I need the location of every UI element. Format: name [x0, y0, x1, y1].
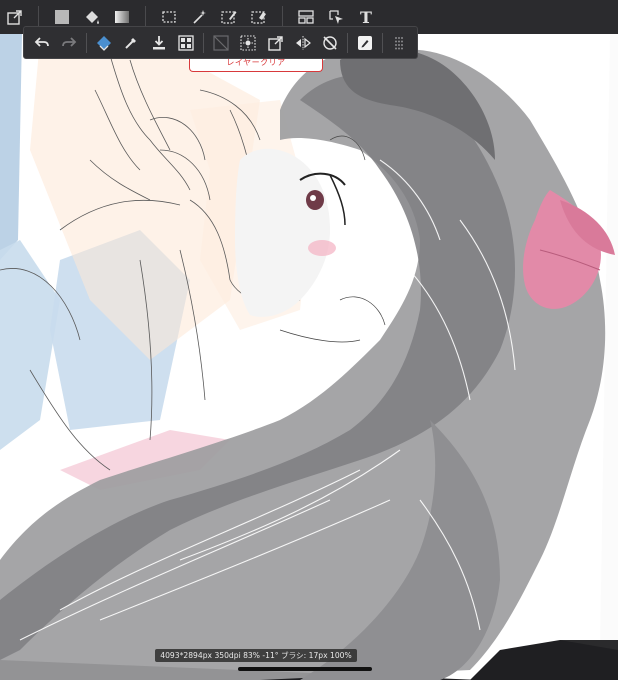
toolbar-divider: [38, 6, 39, 28]
toolbar-divider: [282, 6, 283, 28]
illustration: [0, 0, 618, 680]
external-icon[interactable]: [262, 28, 289, 58]
toolbar-divider: [145, 6, 146, 28]
no-rotate-icon[interactable]: [317, 28, 344, 58]
medibang-app: レイヤークリア T 4093*2894px 350dpi 83% -11° ブラ…: [0, 0, 618, 680]
toolbar-divider: [85, 32, 87, 53]
flip-icon[interactable]: [289, 28, 316, 58]
redo-icon[interactable]: [55, 28, 82, 58]
canvas-status-bar: 4093*2894px 350dpi 83% -11° ブラシ: 17px 10…: [155, 649, 357, 662]
text-tool-glyph: T: [360, 7, 372, 27]
toolbar-divider: [202, 32, 204, 53]
toolbar-divider: [381, 32, 383, 53]
layer-transform-icon[interactable]: [90, 28, 117, 58]
status-text: 4093*2894px 350dpi 83% -11° ブラシ: 17px 10…: [160, 651, 352, 660]
toolbar-divider: [347, 32, 349, 53]
edit-square-icon[interactable]: [351, 28, 378, 58]
diagonal-icon[interactable]: [207, 28, 234, 58]
drawing-canvas[interactable]: [0, 0, 618, 680]
download-layer-icon[interactable]: [145, 28, 172, 58]
eyedropper-icon[interactable]: [117, 28, 144, 58]
undo-icon[interactable]: [28, 28, 55, 58]
more-dots-icon[interactable]: [386, 28, 413, 58]
grid-icon[interactable]: [172, 28, 199, 58]
home-indicator[interactable]: [238, 667, 372, 671]
quick-toolbar: [23, 26, 418, 59]
brightness-icon[interactable]: [234, 28, 261, 58]
